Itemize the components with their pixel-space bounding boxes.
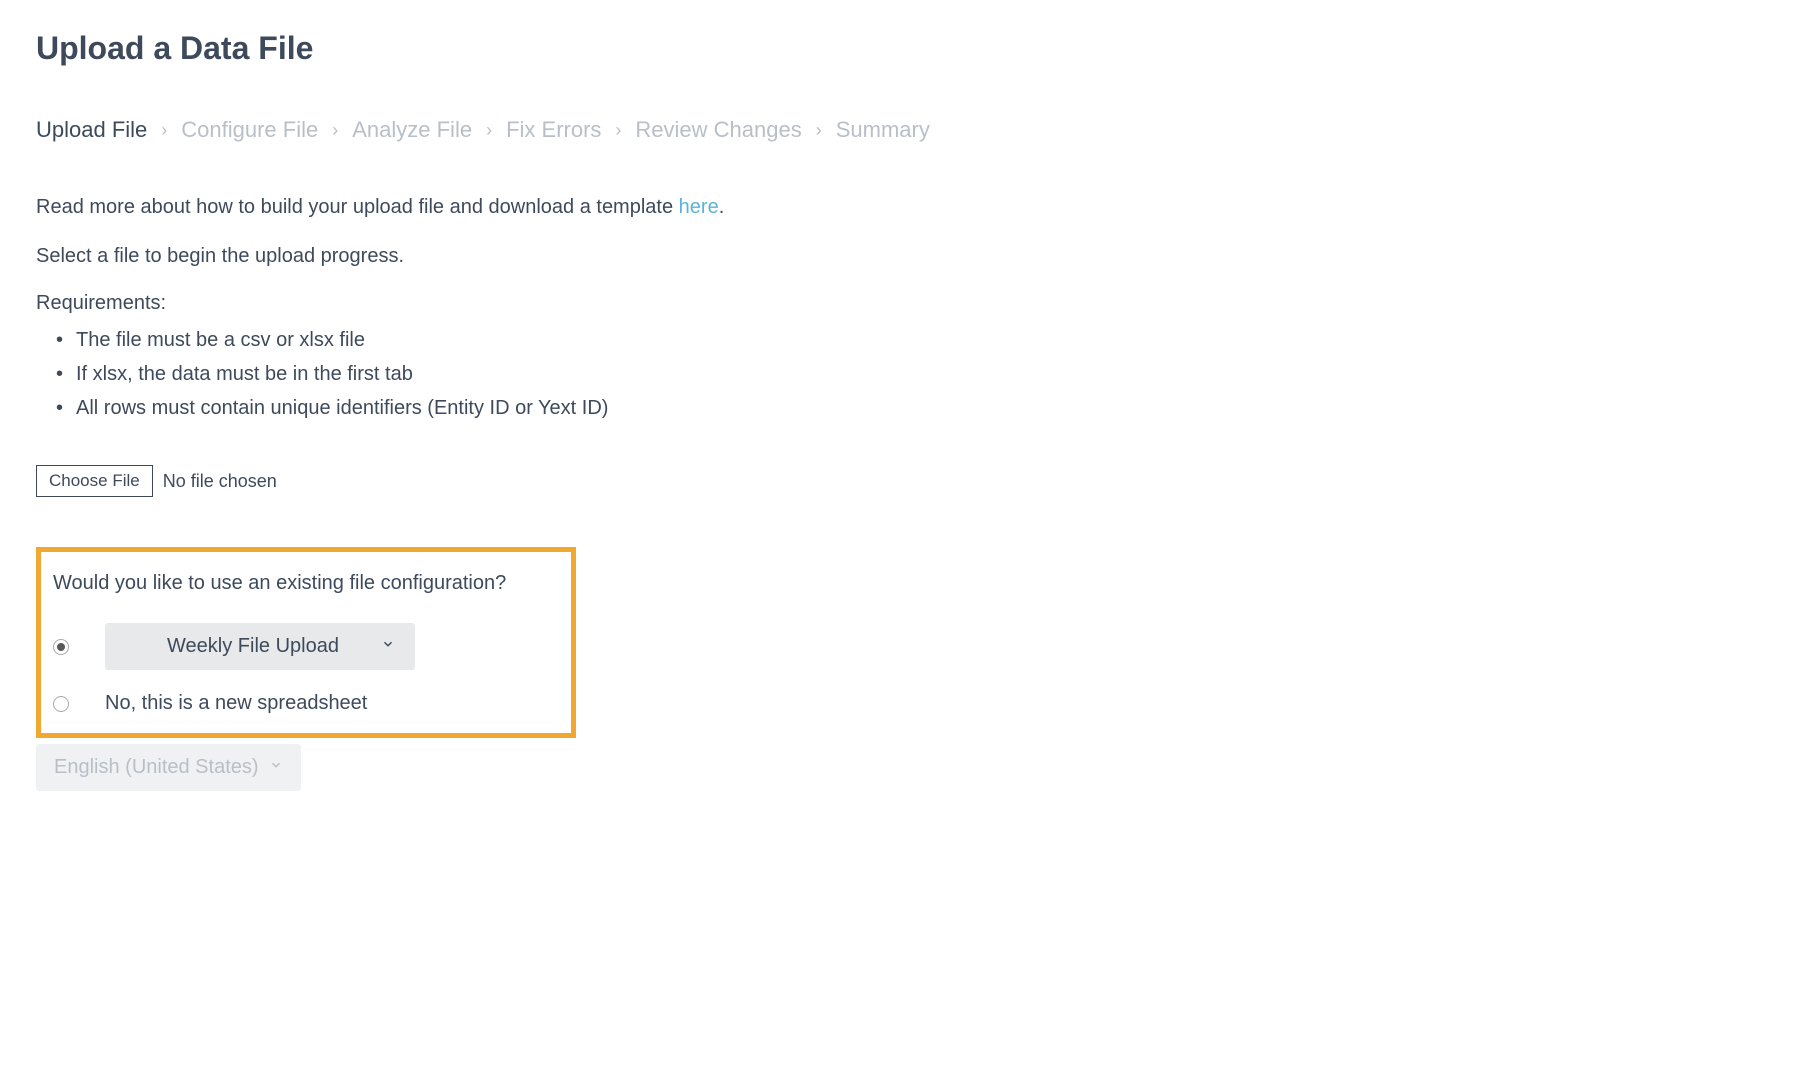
breadcrumb: Upload File › Configure File › Analyze F… (36, 117, 1777, 143)
choose-file-button[interactable]: Choose File (36, 465, 153, 497)
radio-new-spreadsheet[interactable] (53, 696, 69, 712)
chevron-down-icon (381, 637, 395, 656)
breadcrumb-step-review-changes: Review Changes (635, 117, 801, 143)
breadcrumb-step-analyze-file: Analyze File (352, 117, 472, 143)
requirement-item: The file must be a csv or xlsx file (76, 323, 1777, 357)
breadcrumb-step-summary: Summary (836, 117, 930, 143)
template-link[interactable]: here (679, 196, 719, 218)
file-status: No file chosen (163, 471, 277, 492)
page-title: Upload a Data File (36, 30, 1777, 67)
chevron-right-icon: › (161, 120, 167, 141)
requirements-list: The file must be a csv or xlsx file If x… (36, 323, 1777, 425)
breadcrumb-step-configure-file: Configure File (181, 117, 318, 143)
file-picker: Choose File No file chosen (36, 465, 1777, 497)
intro-text: Read more about how to build your upload… (36, 193, 1777, 221)
chevron-right-icon: › (332, 120, 338, 141)
radio-new-label: No, this is a new spreadsheet (105, 692, 367, 715)
existing-config-dropdown[interactable]: Weekly File Upload (105, 623, 415, 670)
requirement-item: If xlsx, the data must be in the first t… (76, 357, 1777, 391)
radio-row-existing: Weekly File Upload (53, 623, 559, 670)
radio-existing-config[interactable] (53, 639, 69, 655)
breadcrumb-step-fix-errors: Fix Errors (506, 117, 601, 143)
chevron-right-icon: › (486, 120, 492, 141)
intro-suffix: . (719, 196, 725, 218)
chevron-right-icon: › (816, 120, 822, 141)
radio-row-new: No, this is a new spreadsheet (53, 692, 559, 715)
select-file-text: Select a file to begin the upload progre… (36, 245, 1777, 268)
intro-prefix: Read more about how to build your upload… (36, 196, 679, 218)
dropdown-selected-label: Weekly File Upload (125, 635, 381, 658)
requirement-item: All rows must contain unique identifiers… (76, 391, 1777, 425)
config-section: Would you like to use an existing file c… (36, 547, 576, 738)
language-selected-label: English (United States) (54, 756, 259, 779)
config-question: Would you like to use an existing file c… (53, 572, 559, 595)
chevron-right-icon: › (615, 120, 621, 141)
requirements-heading: Requirements: (36, 292, 1777, 315)
language-dropdown[interactable]: English (United States) (36, 744, 301, 791)
breadcrumb-step-upload-file[interactable]: Upload File (36, 117, 147, 143)
chevron-down-icon (269, 758, 283, 777)
